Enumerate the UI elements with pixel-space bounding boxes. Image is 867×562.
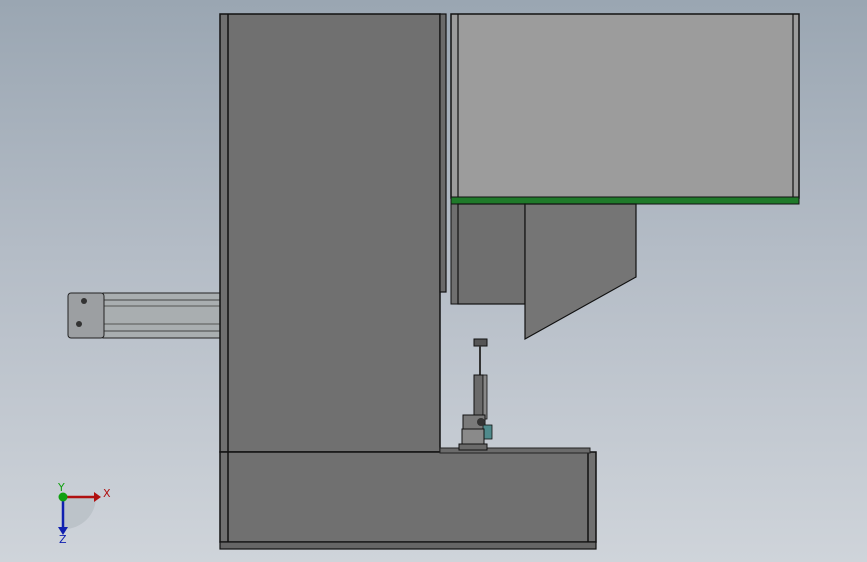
fixture-lower-body bbox=[461, 428, 485, 446]
x-axis-arrow bbox=[94, 492, 101, 502]
axis-triad[interactable]: X Y Z bbox=[57, 481, 111, 546]
lower-block bbox=[457, 203, 526, 305]
chute bbox=[524, 203, 637, 341]
triad-shadow bbox=[64, 497, 96, 529]
housing-panel bbox=[450, 13, 800, 199]
fixture-knob bbox=[477, 418, 485, 426]
column-side-strip bbox=[439, 13, 447, 293]
linear-rail-assembly[interactable] bbox=[67, 292, 222, 339]
end-plate-hole-top bbox=[81, 298, 87, 304]
fixture-post bbox=[473, 374, 484, 420]
base-foot bbox=[219, 541, 597, 550]
x-axis-label: X bbox=[103, 487, 111, 500]
y-axis-label: Y bbox=[57, 481, 65, 494]
base-body bbox=[219, 451, 597, 543]
cad-viewport[interactable]: X Y Z bbox=[0, 0, 867, 562]
nozzle-cap bbox=[473, 338, 488, 347]
z-axis-label: Z bbox=[59, 533, 67, 546]
fixture-base bbox=[458, 443, 488, 451]
upper-housing[interactable] bbox=[450, 13, 800, 341]
base-block[interactable] bbox=[219, 447, 597, 550]
main-column[interactable] bbox=[219, 13, 447, 453]
end-plate-hole-bottom bbox=[76, 321, 82, 327]
column-body bbox=[219, 13, 441, 453]
green-plate bbox=[450, 196, 800, 205]
housing-left-leg bbox=[450, 203, 459, 305]
fixture-side-plate bbox=[482, 374, 488, 420]
dispense-fixture[interactable] bbox=[458, 338, 493, 451]
